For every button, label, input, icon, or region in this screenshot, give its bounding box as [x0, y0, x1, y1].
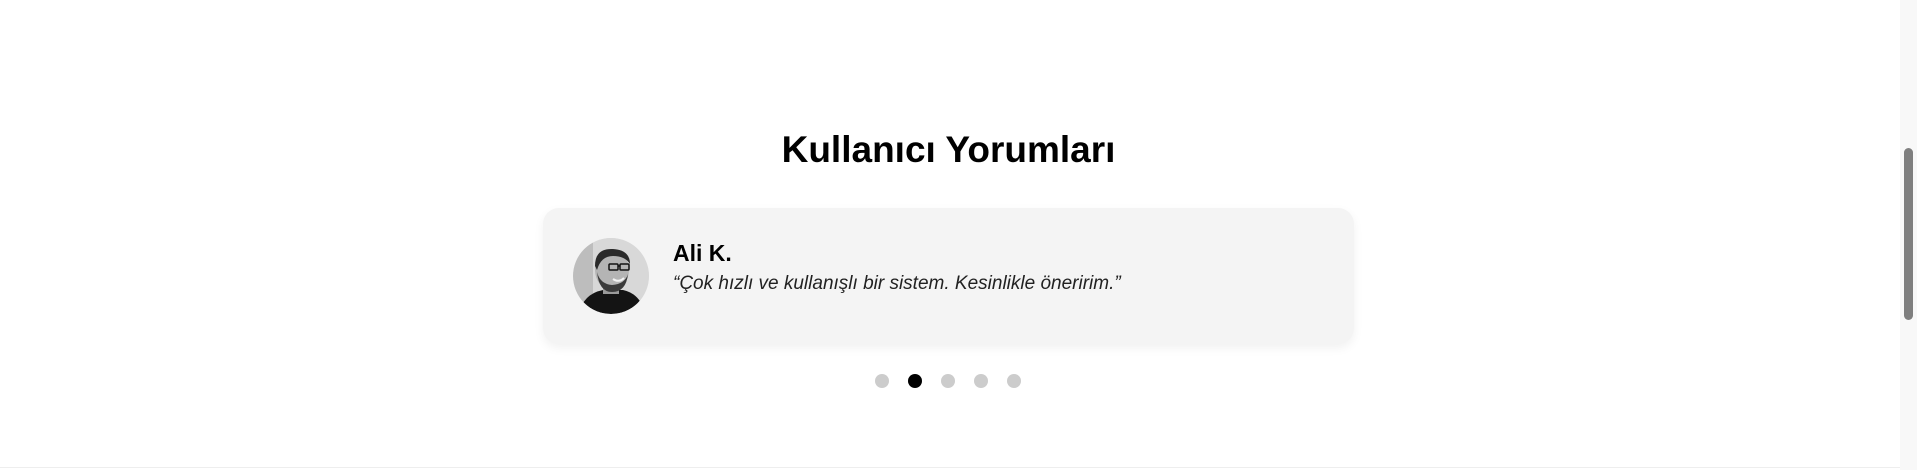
author-name: Ali K.: [673, 240, 732, 266]
page: Kullanıcı Yorumları Ali K. “Çok hızlı ve…: [0, 0, 1917, 470]
carousel-dot-5[interactable]: [1007, 374, 1021, 388]
section-divider: [0, 467, 1900, 468]
carousel-dot-3[interactable]: [941, 374, 955, 388]
carousel-dot-2[interactable]: [908, 374, 922, 388]
scrollbar-thumb[interactable]: [1904, 148, 1913, 320]
person-photo-icon: [573, 238, 649, 314]
carousel-pagination: [875, 374, 1021, 388]
vertical-scrollbar[interactable]: [1900, 0, 1917, 470]
carousel-dot-4[interactable]: [974, 374, 988, 388]
avatar: [573, 238, 649, 314]
testimonials-section: Kullanıcı Yorumları Ali K. “Çok hızlı ve…: [0, 0, 1900, 467]
testimonial-card: Ali K. “Çok hızlı ve kullanışlı bir sist…: [543, 208, 1354, 344]
testimonial-quote: “Çok hızlı ve kullanışlı bir sistem. Kes…: [673, 273, 1121, 294]
carousel-dot-1[interactable]: [875, 374, 889, 388]
section-title: Kullanıcı Yorumları: [781, 129, 1116, 170]
